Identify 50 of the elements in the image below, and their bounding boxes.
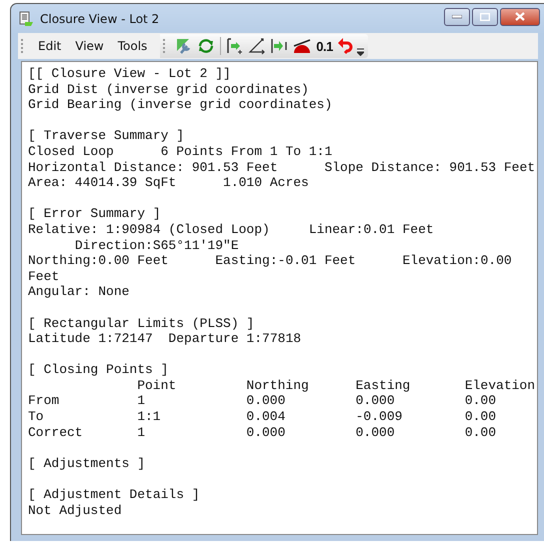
- column-header: Easting: [356, 378, 412, 394]
- table-cell-text: From: [28, 393, 60, 410]
- table-cell-text: 1: [137, 424, 146, 440]
- report-line: [ Adjustments ]: [28, 456, 146, 472]
- table-cell-text: 0.000: [356, 424, 396, 440]
- close-icon: [515, 12, 525, 21]
- table-cell-text: 0.004: [246, 409, 286, 425]
- table-cell-text: 1:1: [137, 409, 162, 425]
- maximize-button[interactable]: [472, 8, 498, 26]
- report-line: [[ Closure View - Lot 2 ]]: [28, 66, 232, 82]
- report-line: Grid Bearing (inverse grid coordinates): [28, 97, 334, 113]
- overflow-icon[interactable]: [354, 46, 366, 58]
- minimize-button[interactable]: [444, 8, 470, 26]
- close-button[interactable]: [500, 8, 540, 26]
- report-line: [ Closing Points ]: [28, 362, 170, 378]
- report-line: [ Error Summary ]: [28, 206, 162, 222]
- table-cell-text: 0.000: [356, 393, 396, 410]
- document-icon: [18, 10, 34, 26]
- window-title: Closure View - Lot 2: [40, 12, 160, 26]
- report-line: Not Adjusted: [28, 502, 123, 518]
- report-line: [ Adjustment Details ]: [28, 487, 201, 503]
- menu-item[interactable]: View: [68, 37, 111, 55]
- column-header: Point: [137, 378, 178, 394]
- table-cell-text: 0.00: [464, 409, 498, 425]
- minimize-icon: [452, 14, 462, 18]
- report-line: Northing:0.00 Feet Easting:-0.01 Feet Elevation:0.00 Feet: [28, 253, 513, 284]
- report-line: [ Traverse Summary ]: [28, 128, 186, 144]
- column-header: Northing: [246, 378, 310, 394]
- report-line: Grid Dist (inverse grid coordinates): [28, 82, 310, 98]
- table-cell-text: Correct: [28, 424, 84, 440]
- menu-item[interactable]: Edit: [31, 37, 68, 55]
- report-line: Direction:S65°11'19"E: [74, 238, 240, 254]
- report-line: Area: 44014.39 SqFt 1.010 Acres: [28, 175, 310, 191]
- maximize-icon: [480, 12, 490, 20]
- table-cell-text: -0.009: [356, 409, 404, 425]
- precision-button[interactable]: 0.1: [314, 35, 335, 57]
- table-cell-text: 0.000: [246, 393, 286, 410]
- report-line: Relative: 1:90984 (Closed Loop) Linear:0.01 Feet: [28, 222, 435, 238]
- report-line: Horizontal Distance: 901.53 Feet Slope Distance: 901.53 Feet: [28, 160, 536, 176]
- column-header: Elevation: [464, 378, 536, 394]
- report-line: Closed Loop 6 Points From 1 To 1:1: [28, 144, 334, 160]
- table-cell-text: 0.000: [246, 424, 286, 440]
- table-cell-text: To: [28, 409, 45, 425]
- report-line: Angular: None: [28, 284, 130, 300]
- table-cell-text: 1: [137, 393, 146, 410]
- table-cell-text: 0.00: [464, 393, 498, 410]
- table-cell-text: 0.00: [464, 424, 498, 440]
- report-line: Latitude 1:72147 Departure 1:77818: [28, 331, 302, 347]
- menu-item[interactable]: Tools: [110, 37, 154, 55]
- report-line: [ Rectangular Limits (PLSS) ]: [28, 316, 256, 332]
